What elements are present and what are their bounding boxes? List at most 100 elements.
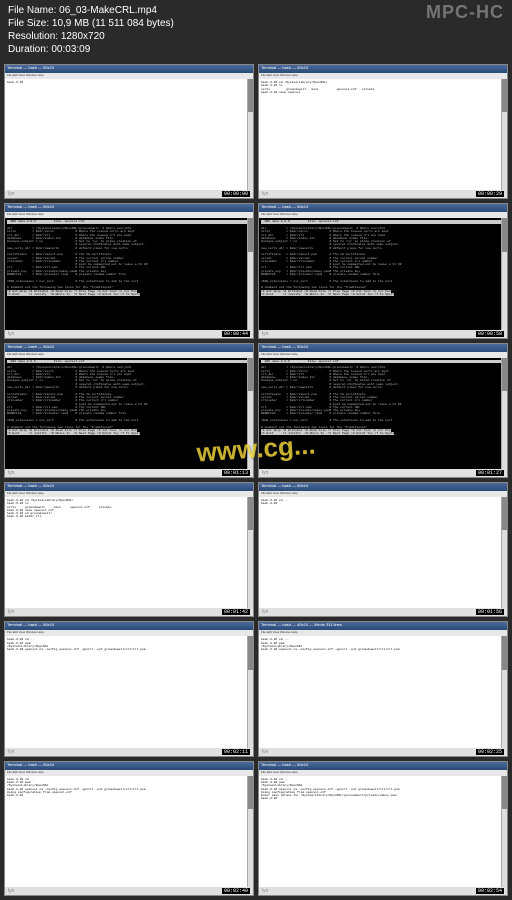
thumbnail-8[interactable]: Terminal — bash — 80x24File Edit View Wi…	[4, 621, 254, 756]
window-titlebar: Terminal — bash — 80x24	[5, 65, 253, 73]
window-titlebar: Terminal — bash — 80x24	[5, 344, 253, 352]
window-titlebar: Terminal — bash — 80x24 — Wrote 311 line…	[259, 622, 507, 630]
nano-titlebar: GNU nano 2.0.6 File: openssl.cnf	[261, 360, 505, 363]
brand-label: lyn	[8, 888, 14, 894]
filename-label: File Name:	[8, 5, 56, 16]
scrollbar-thumb[interactable]	[248, 358, 253, 391]
nano-footer: ^G Get Help ^O WriteOut ^R Read File ^Y …	[261, 290, 394, 296]
scrollbar-thumb[interactable]	[502, 497, 507, 530]
timestamp: 00:01:13	[222, 470, 250, 476]
duration-label: Duration:	[8, 44, 49, 55]
thumbnail-2[interactable]: Terminal — bash — 80x24File Edit View Wi…	[4, 203, 254, 338]
scrollbar[interactable]	[247, 636, 253, 747]
filesize-value: 10,9 MB (11 511 084 bytes)	[52, 18, 174, 29]
scrollbar-thumb[interactable]	[248, 218, 253, 251]
thumbnail-footer: lyn 00:02:54	[259, 887, 507, 895]
scrollbar[interactable]	[247, 358, 253, 469]
scrollbar[interactable]	[501, 497, 507, 608]
brand-label: lyn	[8, 191, 14, 197]
terminal-content: GNU nano 2.0.6 File: openssl.cnf dir = /…	[5, 358, 253, 469]
duration-value: 00:03:09	[51, 44, 90, 55]
window-titlebar: Terminal — bash — 80x24	[259, 65, 507, 73]
brand-label: lyn	[8, 331, 14, 337]
timestamp: 00:00:44	[222, 331, 250, 337]
terminal-content: bash-3.2# cd .. bash-3.2# pwd /System/Li…	[259, 636, 507, 747]
scrollbar-thumb[interactable]	[248, 497, 253, 530]
brand-label: lyn	[262, 331, 268, 337]
thumbnail-footer: lyn 00:00:00	[5, 190, 253, 198]
thumbnail-1[interactable]: Terminal — bash — 80x24File Edit View Wi…	[258, 64, 508, 199]
scrollbar-thumb[interactable]	[502, 776, 507, 809]
thumbnail-footer: lyn00:02:25	[259, 748, 507, 756]
timestamp: 00:02:40	[222, 888, 250, 894]
brand-label: lyn	[8, 609, 14, 615]
scrollbar[interactable]	[247, 776, 253, 887]
resolution-label: Resolution:	[8, 31, 58, 42]
brand-label: lyn	[262, 609, 268, 615]
terminal-content: bash-3.2#	[5, 79, 253, 190]
filename-value: 06_03-MakeCRL.mp4	[59, 5, 157, 16]
thumbnail-footer: lyn 00:01:13	[5, 469, 253, 477]
brand-label: lyn	[262, 191, 268, 197]
scrollbar[interactable]	[501, 776, 507, 887]
thumbnail-9[interactable]: Terminal — bash — 80x24 — Wrote 311 line…	[258, 621, 508, 756]
thumbnail-footer: lyn00:00:29	[259, 190, 507, 198]
scrollbar[interactable]	[247, 218, 253, 329]
scrollbar-thumb[interactable]	[502, 218, 507, 251]
timestamp: 00:01:56	[476, 609, 504, 615]
nano-footer: ^G Get Help ^O WriteOut ^R Read File ^Y …	[261, 429, 394, 435]
timestamp: 00:01:27	[476, 470, 504, 476]
timestamp: 00:00:00	[222, 191, 250, 197]
thumbnail-4[interactable]: Terminal — bash — 80x24File Edit View Wi…	[4, 343, 254, 478]
window-titlebar: Terminal — bash — 80x24	[259, 344, 507, 352]
scrollbar[interactable]	[247, 497, 253, 608]
timestamp: 00:02:54	[476, 888, 504, 894]
terminal-content: GNU nano 2.0.6 File: openssl.cnf dir = /…	[259, 218, 507, 329]
window-titlebar: Terminal — bash — 80x24	[5, 204, 253, 212]
nano-titlebar: GNU nano 2.0.6 File: openssl.cnf	[7, 220, 251, 223]
window-titlebar: Terminal — bash — 80x24	[5, 622, 253, 630]
thumbnail-footer: lyn00:01:42	[5, 608, 253, 616]
thumbnail-10[interactable]: Terminal — bash — 80x24File Edit View Wi…	[4, 761, 254, 896]
thumbnail-7[interactable]: Terminal — bash — 80x24File Edit View Wi…	[258, 482, 508, 617]
thumbnail-footer: lyn 00:02:40	[5, 887, 253, 895]
scrollbar-thumb[interactable]	[502, 636, 507, 669]
thumbnail-grid: Terminal — bash — 80x24File Edit View Wi…	[0, 60, 512, 900]
scrollbar[interactable]	[501, 636, 507, 747]
scrollbar-thumb[interactable]	[248, 636, 253, 669]
nano-body: dir = /System/Library/OpenSSL/groundswel…	[7, 227, 147, 289]
nano-body: dir = /System/Library/OpenSSL/groundswel…	[7, 366, 147, 428]
brand-label: lyn	[262, 470, 268, 476]
thumbnail-footer: lyn 00:00:58	[259, 330, 507, 338]
thumbnail-3[interactable]: Terminal — bash — 80x24File Edit View Wi…	[258, 203, 508, 338]
nano-body: dir = /System/Library/OpenSSL/groundswel…	[261, 366, 401, 428]
brand-label: lyn	[262, 888, 268, 894]
thumbnail-11[interactable]: Terminal — bash — 80x24File Edit View Wi…	[258, 761, 508, 896]
thumbnail-0[interactable]: Terminal — bash — 80x24File Edit View Wi…	[4, 64, 254, 199]
brand-label: lyn	[8, 470, 14, 476]
terminal-content: bash-3.2# cd .. bash-3.2# pwd /System/Li…	[5, 636, 253, 747]
thumbnail-6[interactable]: Terminal — bash — 80x24File Edit View Wi…	[4, 482, 254, 617]
thumbnail-5[interactable]: Terminal — bash — 80x24File Edit View Wi…	[258, 343, 508, 478]
scrollbar-thumb[interactable]	[502, 79, 507, 112]
scrollbar[interactable]	[501, 358, 507, 469]
scrollbar-thumb[interactable]	[502, 358, 507, 391]
terminal-content: bash-3.2# cd /System/Library/OpenSSL/ ba…	[5, 497, 253, 608]
window-titlebar: Terminal — bash — 80x24	[259, 204, 507, 212]
scrollbar-thumb[interactable]	[248, 776, 253, 809]
terminal-content: bash-3.2# cd .. bash-3.2# pwd /System/Li…	[259, 776, 507, 887]
timestamp: 00:00:58	[476, 331, 504, 337]
nano-titlebar: GNU nano 2.0.6 File: openssl.cnf	[7, 360, 251, 363]
scrollbar[interactable]	[247, 79, 253, 190]
thumbnail-footer: lyn 00:01:27	[259, 469, 507, 477]
filesize-label: File Size:	[8, 18, 49, 29]
scrollbar[interactable]	[501, 218, 507, 329]
brand-label: lyn	[8, 749, 14, 755]
timestamp: 00:02:25	[476, 749, 504, 755]
scrollbar-thumb[interactable]	[248, 79, 253, 112]
terminal-content: GNU nano 2.0.6 File: openssl.cnf dir = /…	[259, 358, 507, 469]
thumbnail-footer: lyn 00:01:56	[259, 608, 507, 616]
scrollbar[interactable]	[501, 79, 507, 190]
window-titlebar: Terminal — bash — 80x24	[5, 762, 253, 770]
nano-titlebar: GNU nano 2.0.6 File: openssl.cnf	[261, 220, 505, 223]
